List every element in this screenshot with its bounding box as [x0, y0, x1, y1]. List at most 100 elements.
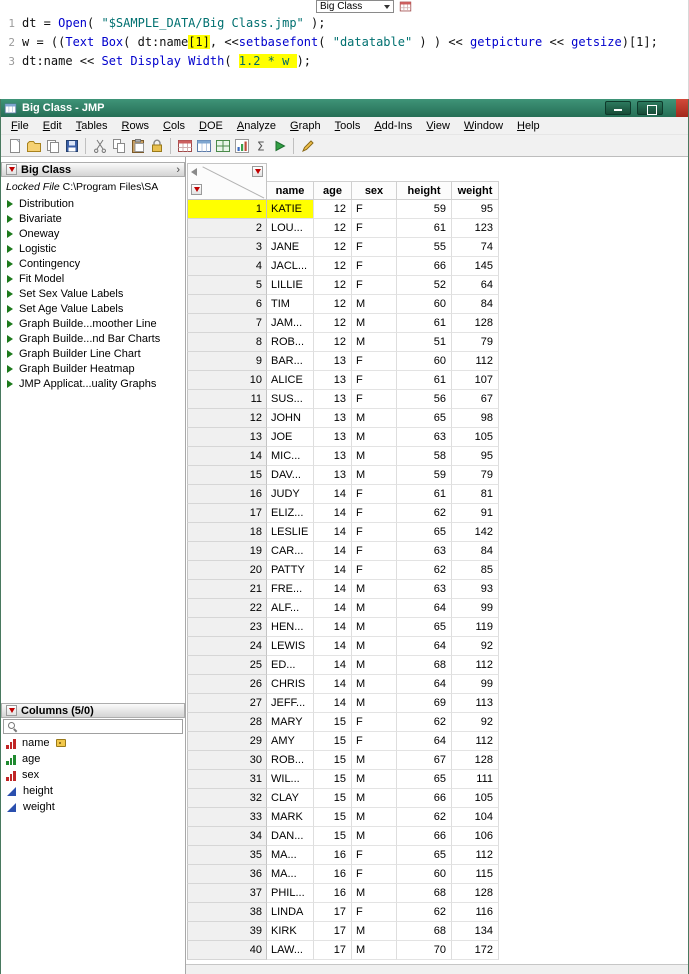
cell-sex[interactable]: F: [352, 561, 397, 580]
cell-height[interactable]: 62: [397, 504, 452, 523]
row-number-cell[interactable]: 38: [187, 903, 267, 922]
cell-sex[interactable]: M: [352, 428, 397, 447]
cell-sex[interactable]: M: [352, 694, 397, 713]
row-number-cell[interactable]: 17: [187, 504, 267, 523]
script-item[interactable]: Set Sex Value Labels: [1, 286, 185, 301]
cell-sex[interactable]: M: [352, 409, 397, 428]
cell-weight[interactable]: 112: [452, 732, 499, 751]
column-item[interactable]: weight: [1, 799, 185, 815]
columns-menu-icon[interactable]: [252, 166, 263, 177]
cell-weight[interactable]: 95: [452, 447, 499, 466]
table-row[interactable]: 28 MARY 15 F 62 92: [187, 713, 688, 732]
row-number-cell[interactable]: 40: [187, 941, 267, 960]
table-row[interactable]: 39 KIRK 17 M 68 134: [187, 922, 688, 941]
table-panel-header[interactable]: Big Class: [1, 162, 185, 177]
cell-sex[interactable]: M: [352, 618, 397, 637]
row-number-cell[interactable]: 24: [187, 637, 267, 656]
cell-age[interactable]: 15: [314, 827, 352, 846]
cell-name[interactable]: LINDA: [267, 903, 314, 922]
table-row[interactable]: 40 LAW... 17 M 70 172: [187, 941, 688, 960]
cell-height[interactable]: 61: [397, 219, 452, 238]
cell-sex[interactable]: M: [352, 751, 397, 770]
row-number-cell[interactable]: 30: [187, 751, 267, 770]
table-row[interactable]: 22 ALF... 14 M 64 99: [187, 599, 688, 618]
cell-sex[interactable]: M: [352, 770, 397, 789]
data-table-dropdown[interactable]: Big Class: [316, 0, 394, 13]
menu-doe[interactable]: DOE: [192, 119, 230, 133]
menu-rows[interactable]: Rows: [115, 119, 157, 133]
cell-height[interactable]: 68: [397, 922, 452, 941]
cell-sex[interactable]: M: [352, 447, 397, 466]
cell-sex[interactable]: M: [352, 789, 397, 808]
cell-name[interactable]: MA...: [267, 865, 314, 884]
cell-height[interactable]: 60: [397, 295, 452, 314]
row-number-cell[interactable]: 1: [187, 200, 267, 219]
row-number-cell[interactable]: 15: [187, 466, 267, 485]
cell-sex[interactable]: F: [352, 865, 397, 884]
row-number-cell[interactable]: 29: [187, 732, 267, 751]
menu-window[interactable]: Window: [457, 119, 510, 133]
cell-sex[interactable]: F: [352, 846, 397, 865]
cell-weight[interactable]: 67: [452, 390, 499, 409]
cell-sex[interactable]: F: [352, 523, 397, 542]
cell-height[interactable]: 65: [397, 770, 452, 789]
cell-weight[interactable]: 112: [452, 656, 499, 675]
row-number-cell[interactable]: 21: [187, 580, 267, 599]
cell-height[interactable]: 59: [397, 466, 452, 485]
cell-height[interactable]: 61: [397, 314, 452, 333]
cell-age[interactable]: 13: [314, 390, 352, 409]
cell-weight[interactable]: 128: [452, 884, 499, 903]
cell-height[interactable]: 62: [397, 561, 452, 580]
column-header-name[interactable]: name: [267, 181, 314, 200]
column-header-sex[interactable]: sex: [352, 181, 397, 200]
cell-name[interactable]: LEWIS: [267, 637, 314, 656]
lock-icon[interactable]: [147, 136, 166, 155]
cell-weight[interactable]: 74: [452, 238, 499, 257]
cell-sex[interactable]: M: [352, 466, 397, 485]
cell-height[interactable]: 66: [397, 257, 452, 276]
cell-weight[interactable]: 113: [452, 694, 499, 713]
cell-age[interactable]: 12: [314, 295, 352, 314]
cell-weight[interactable]: 111: [452, 770, 499, 789]
cell-height[interactable]: 62: [397, 903, 452, 922]
cell-age[interactable]: 12: [314, 276, 352, 295]
row-number-cell[interactable]: 8: [187, 333, 267, 352]
red-triangle-menu-icon[interactable]: [6, 705, 17, 716]
table-row[interactable]: 13 JOE 13 M 63 105: [187, 428, 688, 447]
table-row[interactable]: 27 JEFF... 14 M 69 113: [187, 694, 688, 713]
cell-name[interactable]: WIL...: [267, 770, 314, 789]
row-number-cell[interactable]: 27: [187, 694, 267, 713]
table-row[interactable]: 2 LOU... 12 F 61 123: [187, 219, 688, 238]
cell-name[interactable]: ROB...: [267, 333, 314, 352]
cell-name[interactable]: ED...: [267, 656, 314, 675]
cell-weight[interactable]: 112: [452, 352, 499, 371]
cell-height[interactable]: 65: [397, 618, 452, 637]
row-number-cell[interactable]: 26: [187, 675, 267, 694]
cell-age[interactable]: 12: [314, 219, 352, 238]
cell-age[interactable]: 14: [314, 580, 352, 599]
cell-name[interactable]: JEFF...: [267, 694, 314, 713]
cell-name[interactable]: BAR...: [267, 352, 314, 371]
cell-age[interactable]: 14: [314, 542, 352, 561]
cell-name[interactable]: SUS...: [267, 390, 314, 409]
cell-weight[interactable]: 115: [452, 865, 499, 884]
cell-sex[interactable]: F: [352, 542, 397, 561]
cell-sex[interactable]: M: [352, 580, 397, 599]
rows-menu-icon[interactable]: [191, 184, 202, 195]
cell-weight[interactable]: 105: [452, 789, 499, 808]
table-row[interactable]: 20 PATTY 14 F 62 85: [187, 561, 688, 580]
cell-name[interactable]: KATIE: [267, 200, 314, 219]
cell-height[interactable]: 63: [397, 428, 452, 447]
cell-sex[interactable]: F: [352, 219, 397, 238]
copy-icon[interactable]: [109, 136, 128, 155]
cell-sex[interactable]: M: [352, 922, 397, 941]
cell-sex[interactable]: F: [352, 238, 397, 257]
cell-age[interactable]: 12: [314, 200, 352, 219]
script-item[interactable]: Contingency: [1, 256, 185, 271]
cell-age[interactable]: 12: [314, 314, 352, 333]
row-number-cell[interactable]: 18: [187, 523, 267, 542]
menu-tools[interactable]: Tools: [328, 119, 368, 133]
table-row[interactable]: 9 BAR... 13 F 60 112: [187, 352, 688, 371]
cell-age[interactable]: 13: [314, 409, 352, 428]
cell-name[interactable]: HEN...: [267, 618, 314, 637]
